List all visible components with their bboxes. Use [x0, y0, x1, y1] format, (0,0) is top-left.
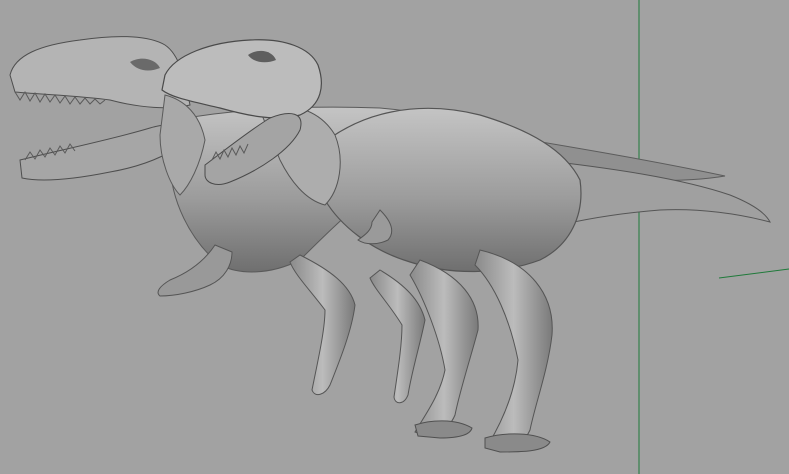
rear-dinosaur-arm [157, 244, 233, 297]
front-dinosaur-left-leg [409, 259, 479, 435]
viewport-canvas[interactable] [0, 0, 789, 474]
rear-dinosaur-left-leg [289, 254, 356, 396]
front-dinosaur-body [314, 107, 582, 273]
front-dinosaur-left-foot [414, 420, 473, 439]
front-dinosaur-right-leg [474, 249, 553, 449]
viewport-x-axis-line [718, 268, 789, 279]
front-dinosaur-right-foot [484, 433, 551, 453]
rear-dinosaur-right-leg [369, 269, 426, 404]
3d-viewport[interactable] [0, 0, 789, 474]
